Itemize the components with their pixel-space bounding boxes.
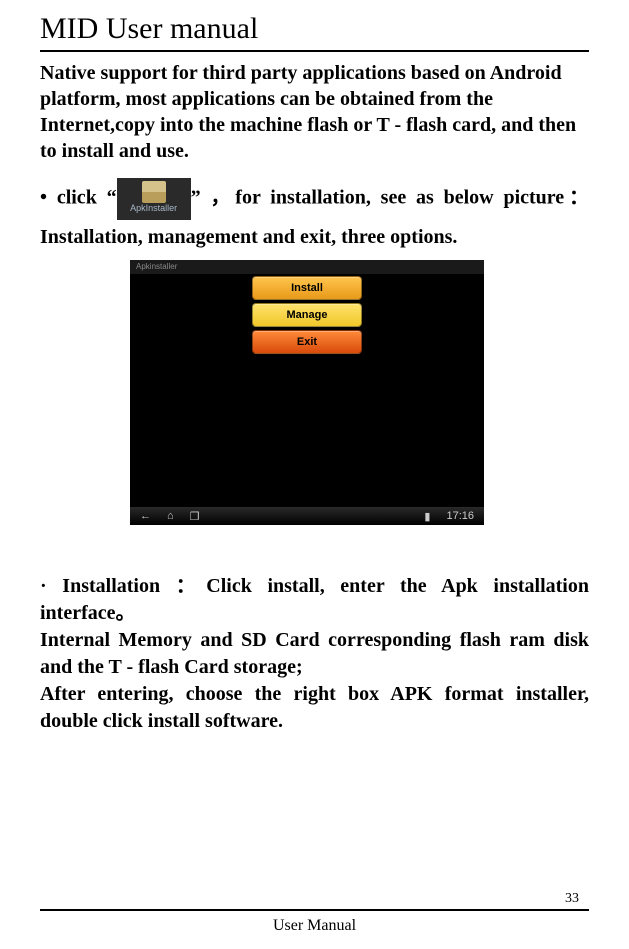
intro-paragraph: Native support for third party applicati… bbox=[40, 60, 589, 164]
footer-line bbox=[40, 909, 589, 911]
apk-icon-label: ApkInstaller bbox=[117, 204, 191, 213]
home-icon[interactable]: ⌂ bbox=[167, 510, 174, 522]
recent-icon[interactable]: ❐ bbox=[190, 510, 200, 523]
manage-button[interactable]: Manage bbox=[252, 303, 362, 327]
bullet-dot: · bbox=[40, 575, 47, 597]
screenshot-topbar: Apkinstaller bbox=[130, 260, 484, 274]
battery-icon: ▮ bbox=[424, 510, 430, 523]
nav-left-icons: ← ⌂ ❐ bbox=[140, 510, 200, 523]
footer-text: User Manual bbox=[0, 917, 629, 935]
installation-line-2: Internal Memory and SD Card correspondin… bbox=[40, 629, 589, 678]
box-icon bbox=[142, 181, 166, 203]
installation-section: · Installation ：Click install, enter the… bbox=[40, 573, 589, 735]
title-underline bbox=[40, 50, 589, 52]
page-title: MID User manual bbox=[40, 12, 589, 46]
installation-line-3: After entering, choose the right box APK… bbox=[40, 683, 589, 732]
apkinstaller-screenshot: Apkinstaller Install Manage Exit ← ⌂ ❐ ▮… bbox=[130, 260, 484, 525]
installation-line-1: Installation ：Click install, enter the A… bbox=[40, 575, 589, 624]
exit-button[interactable]: Exit bbox=[252, 330, 362, 354]
nav-right-icons: ▮ 17:16 bbox=[424, 510, 474, 523]
apkinstaller-icon: ApkInstaller bbox=[117, 178, 191, 220]
button-stack: Install Manage Exit bbox=[252, 276, 362, 354]
click-prefix-text: • click “ bbox=[40, 187, 117, 209]
back-icon[interactable]: ← bbox=[140, 510, 151, 522]
click-instruction: • click “ApkInstaller” ，for installation… bbox=[40, 178, 589, 254]
page-number: 33 bbox=[565, 891, 579, 907]
clock-text: 17:16 bbox=[446, 510, 474, 522]
screenshot-navbar: ← ⌂ ❐ ▮ 17:16 bbox=[130, 507, 484, 525]
install-button[interactable]: Install bbox=[252, 276, 362, 300]
